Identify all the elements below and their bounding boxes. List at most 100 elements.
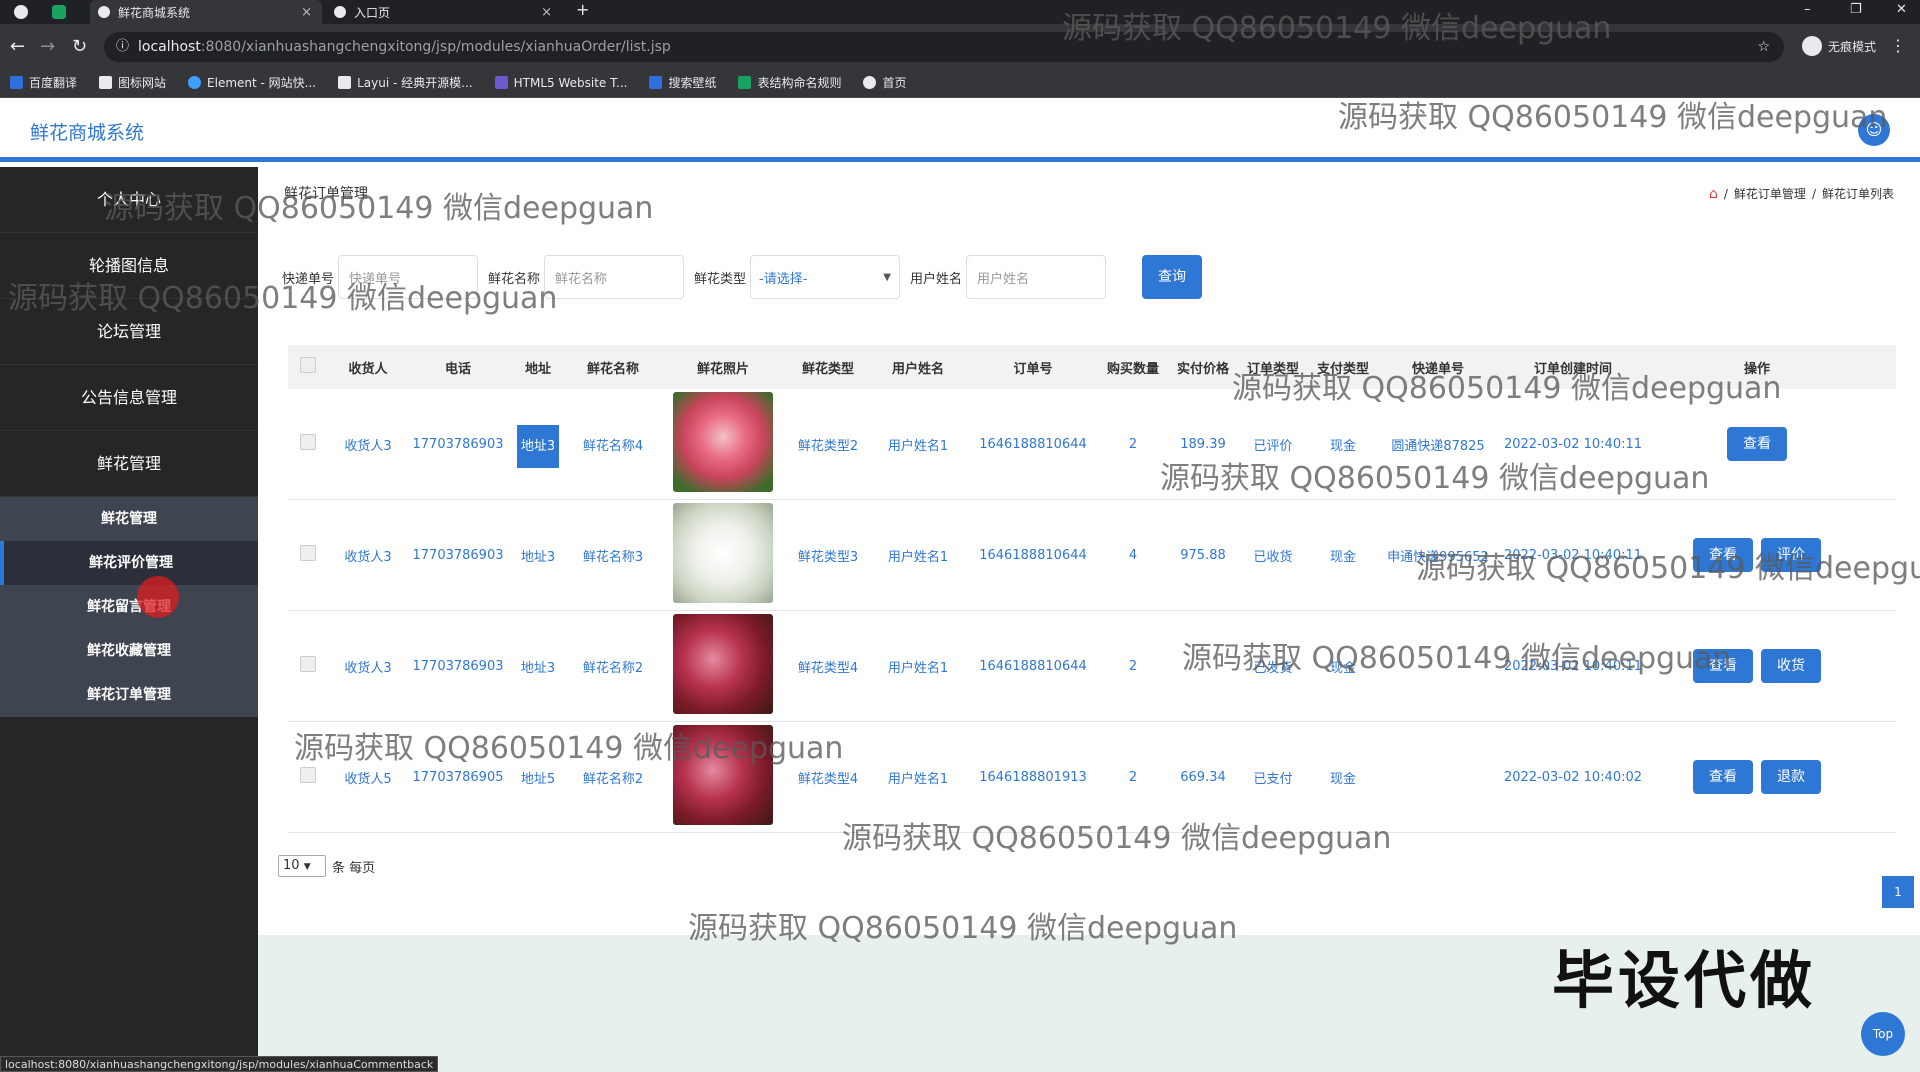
close-tab-icon[interactable]: × [541, 5, 552, 20]
pinned-tab-icon[interactable] [52, 5, 66, 19]
bookmark-icon-site[interactable]: 图标网站 [99, 74, 166, 91]
new-tab-button[interactable]: + [576, 0, 589, 19]
tab-flower-mall[interactable]: 鲜花商城系统 × [90, 0, 322, 24]
url-host: localhost [138, 39, 201, 55]
address-value: 地址3 [516, 424, 560, 468]
forward-icon[interactable]: → [40, 36, 55, 57]
flower-type-select[interactable]: -请选择- ▼ [750, 255, 900, 299]
price-cell: 975.88 [1180, 547, 1226, 563]
bookmark-label: 图标网站 [118, 76, 167, 90]
home-icon[interactable]: ⌂ [1709, 186, 1718, 202]
element-icon [188, 76, 202, 89]
row-select-cell [288, 767, 328, 787]
browser-menu-icon[interactable]: ⋮ [1890, 36, 1906, 55]
incognito-badge[interactable]: 无痕模式 [1801, 36, 1876, 56]
sidebar-item-flower[interactable]: 鲜花管理 [0, 431, 258, 497]
flower-type-cell: 鲜花类型2 [797, 438, 859, 454]
address-bar-row: ← → ↻ ⓘ localhost:8080/xianhuashangcheng… [0, 24, 1920, 68]
close-window-button[interactable]: ✕ [1896, 2, 1907, 17]
sidebar-subitem-collection[interactable]: 鲜花收藏管理 [0, 629, 258, 673]
user-name-cell: 用户姓名1 [887, 549, 949, 565]
phone-cell: 17703786905 [412, 769, 504, 785]
row-checkbox[interactable] [300, 656, 316, 672]
address-cell: 地址3 [520, 660, 556, 676]
price-cell: 669.34 [1180, 769, 1226, 785]
receiver-cell: 收货人5 [344, 771, 392, 787]
view-button[interactable]: 查看 [1693, 760, 1753, 794]
order-no-cell: 1646188801913 [979, 769, 1087, 785]
bookmark-label: HTML5 Website T... [513, 75, 628, 90]
query-button[interactable]: 查询 [1142, 255, 1202, 299]
bookmark-label: Element - 网站快... [207, 76, 317, 90]
col-header: 鲜花类型 [801, 361, 854, 377]
tab-favicon [334, 6, 346, 18]
tab-title: 鲜花商城系统 [118, 5, 191, 20]
flower-type-value: -请选择- [759, 271, 808, 287]
bookmark-element[interactable]: Element - 网站快... [188, 74, 316, 91]
breadcrumb: ⌂ / 鲜花订单管理 / 鲜花订单列表 [1709, 185, 1894, 202]
bookmark-wallpaper[interactable]: 搜索壁纸 [649, 74, 716, 91]
status-cell: 已评价 [1253, 438, 1293, 454]
bookmark-html5[interactable]: HTML5 Website T... [494, 75, 628, 90]
receiver-cell: 收货人3 [344, 438, 392, 454]
row-checkbox[interactable] [300, 545, 316, 561]
row-checkbox[interactable] [300, 767, 316, 783]
page-number-button[interactable]: 1 [1882, 876, 1914, 908]
tab-title: 入口页 [354, 5, 391, 20]
sidebar-subitem-comment[interactable]: 鲜花评价管理 [0, 541, 258, 585]
minimize-button[interactable]: – [1804, 2, 1811, 17]
bookmark-table-naming[interactable]: 表结构命名规则 [738, 74, 841, 91]
reload-icon[interactable]: ↻ [72, 36, 87, 57]
bookmark-star-icon[interactable]: ☆ [1757, 32, 1770, 62]
bookmark-home[interactable]: 首页 [863, 74, 907, 91]
receive-button[interactable]: 收货 [1761, 649, 1821, 683]
site-info-icon[interactable]: ⓘ [116, 32, 129, 62]
back-icon[interactable]: ← [10, 36, 25, 57]
cursor-highlight [137, 576, 179, 618]
bookmark-label: 表结构命名规则 [757, 76, 842, 90]
col-header: 鲜花照片 [696, 361, 749, 377]
chevron-down-icon: ▼ [303, 862, 311, 872]
price-cell: 189.39 [1180, 436, 1226, 452]
tab-favicon [98, 6, 110, 18]
view-button[interactable]: 查看 [1727, 427, 1787, 461]
qty-cell: 4 [1128, 547, 1138, 563]
watermark: 源码获取 QQ86050149 微信deepguan [1062, 11, 1612, 46]
bookmark-layui[interactable]: Layui - 经典开源模... [338, 74, 473, 91]
flower-name-cell: 鲜花名称4 [582, 438, 644, 454]
flower-type-cell: 鲜花类型4 [797, 660, 859, 676]
sidebar-item-notice[interactable]: 公告信息管理 [0, 365, 258, 431]
flower-name-input[interactable]: 鲜花名称 [544, 255, 684, 299]
page-size-select[interactable]: 10 ▼ [278, 855, 326, 877]
refund-button[interactable]: 退款 [1761, 760, 1821, 794]
row-select-cell [288, 545, 328, 565]
photo-cell [658, 392, 788, 496]
incognito-label: 无痕模式 [1827, 39, 1876, 54]
breadcrumb-item[interactable]: 鲜花订单管理 [1734, 185, 1806, 202]
back-to-top-button[interactable]: Top [1861, 1012, 1905, 1056]
sidebar-subitem-flower[interactable]: 鲜花管理 [0, 497, 258, 541]
watermark: 源码获取 QQ86050149 微信deepguan [1338, 100, 1888, 135]
user-name-input[interactable]: 用户姓名 [966, 255, 1106, 299]
bookmark-baidu-translate[interactable]: 百度翻译 [10, 74, 77, 91]
chevron-down-icon: ▼ [883, 271, 891, 283]
photo-cell [658, 503, 788, 607]
bookmark-label: 搜索壁纸 [668, 76, 717, 90]
maximize-button[interactable]: ❐ [1850, 2, 1862, 17]
col-header: 购买数量 [1106, 361, 1159, 377]
receiver-cell: 收货人3 [344, 660, 392, 676]
select-all-checkbox[interactable] [300, 357, 316, 373]
close-tab-icon[interactable]: × [301, 5, 312, 20]
watermark: 源码获取 QQ86050149 微信deepguan [1416, 551, 1920, 586]
sidebar-subitem-order[interactable]: 鲜花订单管理 [0, 673, 258, 717]
sidebar-subitem-message[interactable]: 鲜花留言管理 [0, 585, 258, 629]
flower-name-cell: 鲜花名称2 [582, 660, 644, 676]
flower-type-label: 鲜花类型 [693, 271, 746, 287]
flower-photo [673, 614, 773, 714]
pay-type-cell: 现金 [1329, 438, 1356, 454]
flag-icon [99, 76, 113, 89]
tab-entry-page[interactable]: 入口页 × [330, 0, 562, 24]
row-checkbox[interactable] [300, 434, 316, 450]
overlay-caption: 毕设代做 [1552, 944, 1817, 1017]
phone-cell: 17703786903 [412, 436, 504, 452]
